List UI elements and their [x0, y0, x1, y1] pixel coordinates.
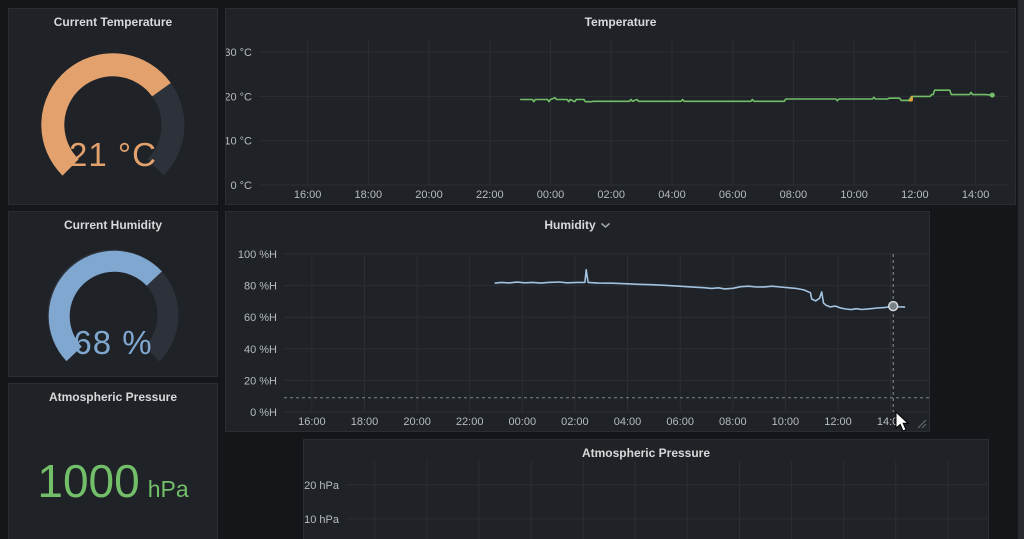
- svg-text:20:00: 20:00: [415, 189, 443, 201]
- panel-title-humidity-chart[interactable]: Humidity: [226, 212, 929, 238]
- panel-pressure-chart: Atmospheric Pressure 1020 hPa 1010 hPa: [303, 439, 989, 539]
- svg-text:1020 hPa: 1020 hPa: [304, 480, 340, 492]
- panel-title-current-humidity[interactable]: Current Humidity: [9, 212, 217, 238]
- svg-text:02:00: 02:00: [561, 416, 589, 428]
- svg-text:100 %H: 100 %H: [238, 249, 277, 261]
- panel-title-temperature-chart[interactable]: Temperature: [226, 9, 1015, 35]
- svg-text:10 °C: 10 °C: [226, 136, 252, 148]
- svg-text:22:00: 22:00: [456, 416, 484, 428]
- svg-text:14:00: 14:00: [962, 189, 990, 201]
- pressure-stat-number: 1000: [37, 455, 139, 507]
- humidity-gauge: 68 %: [9, 238, 217, 376]
- svg-text:40 %H: 40 %H: [244, 344, 277, 356]
- panel-title-text: Atmospheric Pressure: [582, 446, 710, 460]
- panel-title-current-temperature[interactable]: Current Temperature: [9, 9, 217, 35]
- scrollbar[interactable]: [1018, 0, 1024, 539]
- svg-text:18:00: 18:00: [355, 189, 383, 201]
- svg-text:30 °C: 30 °C: [226, 47, 252, 59]
- svg-text:10:00: 10:00: [840, 189, 868, 201]
- svg-text:08:00: 08:00: [719, 416, 747, 428]
- svg-text:0 %H: 0 %H: [250, 407, 277, 419]
- temperature-gauge-arc: [26, 35, 200, 199]
- svg-text:00:00: 00:00: [537, 189, 565, 201]
- svg-text:14:00: 14:00: [877, 416, 905, 428]
- panel-title-pressure-chart[interactable]: Atmospheric Pressure: [304, 440, 988, 466]
- svg-text:02:00: 02:00: [597, 189, 625, 201]
- panel-title-text: Current Humidity: [64, 218, 162, 232]
- panel-resize-handle[interactable]: [917, 419, 927, 429]
- humidity-gauge-value: 68 %: [9, 324, 217, 362]
- panel-title-text: Temperature: [585, 15, 657, 29]
- svg-text:10:00: 10:00: [772, 416, 800, 428]
- svg-text:18:00: 18:00: [351, 416, 379, 428]
- temperature-chart[interactable]: 16:00 18:00 20:00 22:00 00:00 02:00 04:00 06:00…: [226, 9, 1016, 205]
- svg-text:0 °C: 0 °C: [230, 180, 252, 192]
- panel-pressure-stat: Atmospheric Pressure 1000 hPa: [8, 383, 218, 539]
- svg-text:80 %H: 80 %H: [244, 281, 277, 293]
- humidity-chart[interactable]: 16:00 18:00 20:00 22:00 00:00 02:00 04:00 06:00…: [226, 212, 930, 432]
- svg-text:22:00: 22:00: [476, 189, 504, 201]
- svg-text:12:00: 12:00: [824, 416, 852, 428]
- svg-text:20 %H: 20 %H: [244, 375, 277, 387]
- pressure-stat-value: 1000 hPa: [9, 454, 217, 508]
- svg-text:60 %H: 60 %H: [244, 312, 277, 324]
- panel-title-pressure-stat[interactable]: Atmospheric Pressure: [9, 384, 217, 410]
- panel-temperature-chart: Temperature 16:00 18:00 20:00 22:00 00:00 02:…: [225, 8, 1016, 205]
- svg-text:16:00: 16:00: [294, 189, 322, 201]
- svg-text:1010 hPa: 1010 hPa: [304, 514, 340, 526]
- pressure-stat-unit: hPa: [148, 476, 189, 502]
- temperature-gauge-value: 21 °C: [9, 136, 217, 174]
- svg-text:04:00: 04:00: [614, 416, 642, 428]
- panel-title-text: Atmospheric Pressure: [49, 390, 177, 404]
- svg-text:06:00: 06:00: [666, 416, 694, 428]
- temperature-gauge: 21 °C: [9, 35, 217, 204]
- svg-text:20 °C: 20 °C: [226, 91, 252, 103]
- svg-text:04:00: 04:00: [658, 189, 686, 201]
- panel-current-humidity: Current Humidity 68 %: [8, 211, 218, 377]
- svg-text:20:00: 20:00: [403, 416, 431, 428]
- panel-title-text: Humidity: [544, 218, 595, 232]
- svg-text:00:00: 00:00: [509, 416, 537, 428]
- chevron-down-icon: [600, 222, 611, 229]
- svg-text:08:00: 08:00: [780, 189, 808, 201]
- svg-text:16:00: 16:00: [298, 416, 326, 428]
- svg-text:12:00: 12:00: [901, 189, 929, 201]
- panel-current-temperature: Current Temperature 21 °C: [8, 8, 218, 205]
- panel-title-text: Current Temperature: [54, 15, 172, 29]
- grafana-dashboard: Current Temperature 21 °C Current Humidi…: [0, 0, 1024, 539]
- panel-humidity-chart: Humidity 16:00 18:00 20:00 22:00 00:00 02:00 0…: [225, 211, 930, 432]
- svg-text:06:00: 06:00: [719, 189, 747, 201]
